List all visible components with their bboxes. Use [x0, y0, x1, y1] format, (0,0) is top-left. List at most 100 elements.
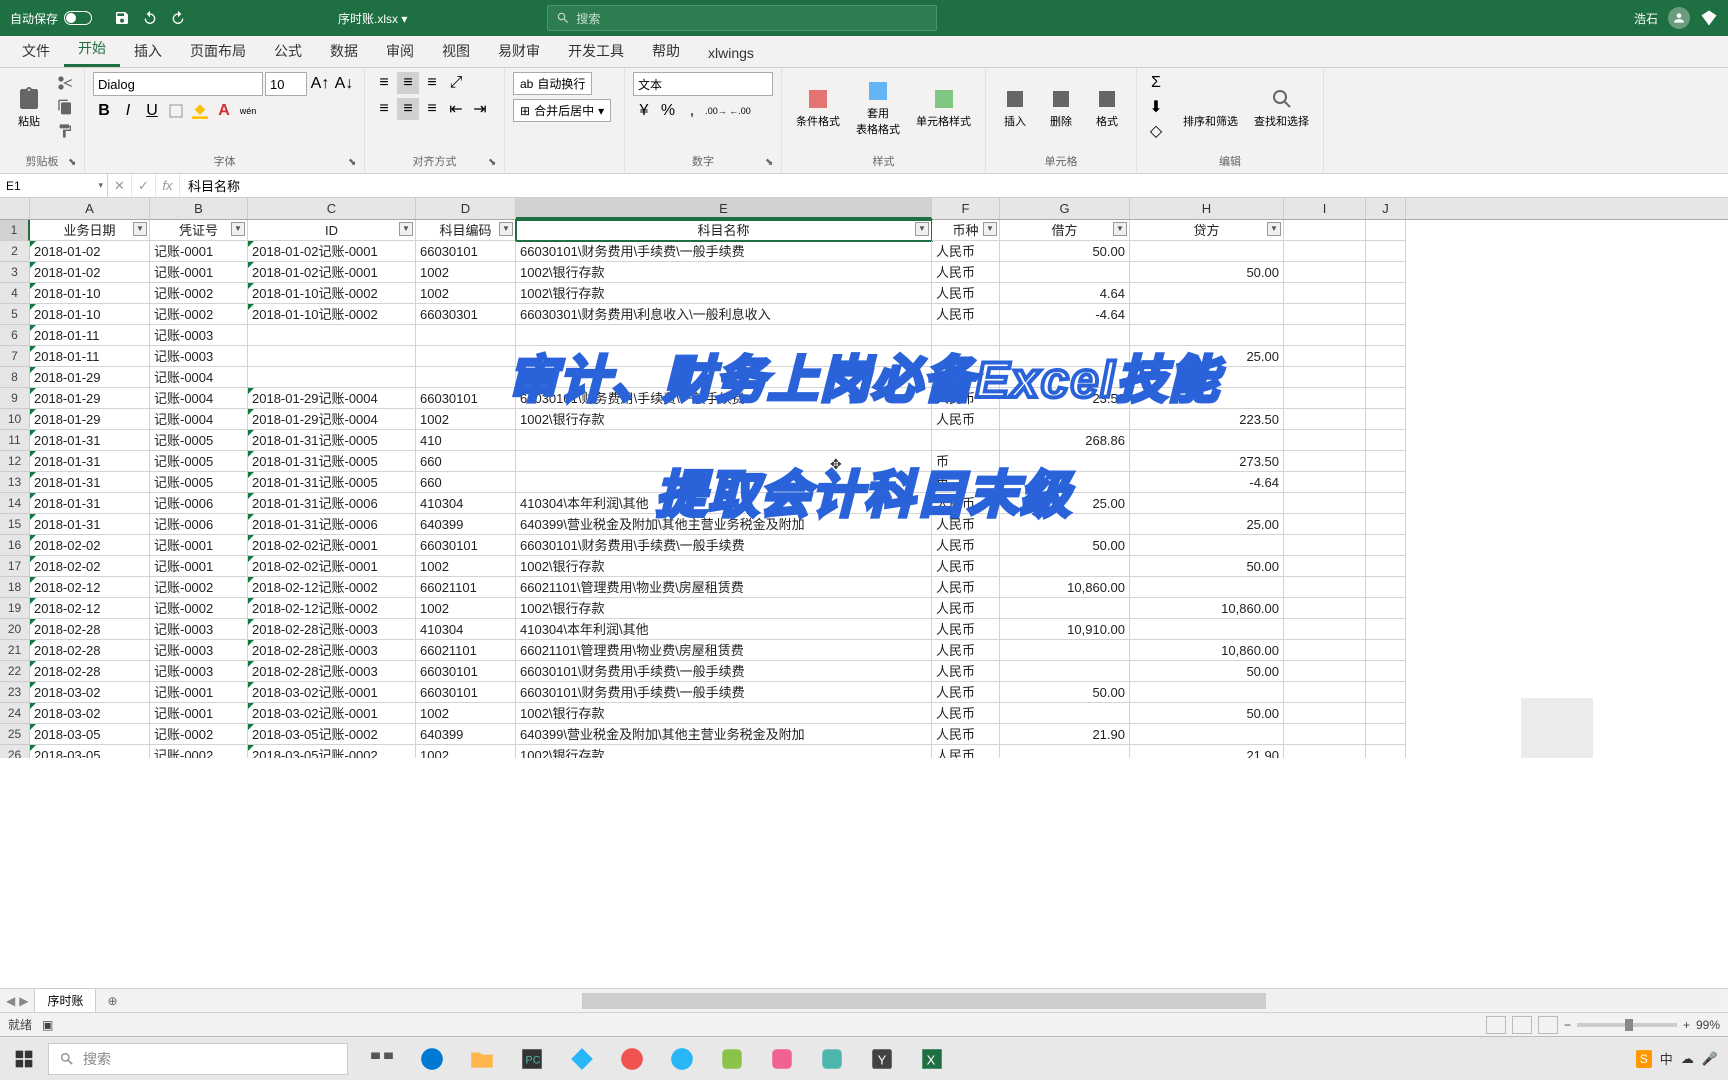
cell[interactable]: 人民币	[932, 556, 1000, 577]
cell[interactable]: 人民币	[932, 745, 1000, 758]
cell[interactable]: 2018-02-02记账-0001	[248, 535, 416, 556]
row-header[interactable]: 22	[0, 661, 30, 682]
autosum-icon[interactable]: Σ	[1145, 72, 1167, 94]
cell[interactable]: 410304\本年利润\其他	[516, 493, 932, 514]
cell[interactable]	[1130, 367, 1284, 388]
cell[interactable]: 2018-02-12记账-0002	[248, 577, 416, 598]
app-icon[interactable]	[608, 1037, 656, 1081]
cell[interactable]: 50.00	[1000, 682, 1130, 703]
dialog-launcher-icon[interactable]: ⬊	[68, 157, 82, 171]
font-color-icon[interactable]: A	[213, 100, 235, 122]
cell[interactable]: 1002\银行存款	[516, 556, 932, 577]
cell[interactable]: 2018-01-29	[30, 388, 150, 409]
cell[interactable]: 2018-03-02	[30, 703, 150, 724]
ribbon-tab[interactable]: 帮助	[638, 35, 694, 67]
column-header[interactable]: G	[1000, 198, 1130, 219]
cell[interactable]	[932, 430, 1000, 451]
format-cells-button[interactable]: 格式	[1086, 72, 1128, 144]
cell[interactable]	[1366, 472, 1406, 493]
cell[interactable]: 人民币	[932, 577, 1000, 598]
clear-icon[interactable]: ◇	[1145, 120, 1167, 142]
row-header[interactable]: 25	[0, 724, 30, 745]
cell[interactable]: 2018-03-05记账-0002	[248, 745, 416, 758]
ribbon-tab[interactable]: 数据	[316, 35, 372, 67]
row-header[interactable]: 16	[0, 535, 30, 556]
row-header[interactable]: 10	[0, 409, 30, 430]
currency-icon[interactable]: ¥	[633, 100, 655, 122]
cell[interactable]: 66030101\财务费用\手续费\一般手续费	[516, 388, 932, 409]
cell[interactable]	[516, 346, 932, 367]
ribbon-tab[interactable]: 页面布局	[176, 35, 260, 67]
filter-icon[interactable]: ▼	[983, 222, 997, 236]
cell[interactable]: 人民币	[932, 514, 1000, 535]
zoom-level[interactable]: 99%	[1696, 1018, 1720, 1032]
cell[interactable]	[1366, 598, 1406, 619]
cell[interactable]: 66030301\财务费用\利息收入\一般利息收入	[516, 304, 932, 325]
cell[interactable]: 66030301	[416, 304, 516, 325]
cell[interactable]: 人民币	[932, 241, 1000, 262]
cell[interactable]	[1366, 325, 1406, 346]
cell[interactable]	[1284, 472, 1366, 493]
cell[interactable]	[1130, 535, 1284, 556]
cell[interactable]: 人民币	[932, 703, 1000, 724]
cell[interactable]	[932, 346, 1000, 367]
cell[interactable]: 66021101\管理费用\物业费\房屋租赁费	[516, 640, 932, 661]
cell[interactable]: 2018-01-29	[30, 409, 150, 430]
row-header[interactable]: 13	[0, 472, 30, 493]
cell[interactable]	[1284, 283, 1366, 304]
cell[interactable]	[1130, 724, 1284, 745]
cell[interactable]	[516, 325, 932, 346]
record-macro-icon[interactable]: ▣	[42, 1018, 53, 1032]
cell[interactable]: 记账-0001	[150, 556, 248, 577]
cell[interactable]: 人民币	[932, 388, 1000, 409]
cell[interactable]	[1284, 241, 1366, 262]
cell[interactable]: 记账-0003	[150, 619, 248, 640]
cell[interactable]: 21.90	[1130, 745, 1284, 758]
row-header[interactable]: 15	[0, 514, 30, 535]
cell[interactable]: 1002	[416, 283, 516, 304]
cell[interactable]: 10,860.00	[1000, 577, 1130, 598]
border-icon[interactable]	[165, 100, 187, 122]
cell[interactable]: 记账-0005	[150, 430, 248, 451]
tray-mic-icon[interactable]: 🎤	[1702, 1051, 1718, 1067]
cell[interactable]	[516, 367, 932, 388]
cell[interactable]: 66021101	[416, 640, 516, 661]
row-header[interactable]: 9	[0, 388, 30, 409]
column-header[interactable]: E	[516, 198, 932, 219]
cell[interactable]: 1002	[416, 262, 516, 283]
cell[interactable]: 记账-0001	[150, 535, 248, 556]
column-header[interactable]: J	[1366, 198, 1406, 219]
cell[interactable]: 人民币	[932, 724, 1000, 745]
percent-icon[interactable]: %	[657, 100, 679, 122]
cell[interactable]: 记账-0006	[150, 514, 248, 535]
cell[interactable]	[1284, 451, 1366, 472]
cell[interactable]: 50.00	[1130, 556, 1284, 577]
tray-icon[interactable]: ☁	[1681, 1051, 1694, 1067]
find-select-button[interactable]: 查找和选择	[1248, 72, 1315, 144]
row-header[interactable]: 20	[0, 619, 30, 640]
cell[interactable]	[1130, 577, 1284, 598]
autosave-toggle[interactable]: 自动保存	[0, 10, 102, 27]
cell[interactable]: 记账-0001	[150, 682, 248, 703]
fill-icon[interactable]: ⬇	[1145, 96, 1167, 118]
cell[interactable]: 410304	[416, 493, 516, 514]
cell[interactable]: 223.50	[1130, 409, 1284, 430]
fx-icon[interactable]: fx	[156, 174, 180, 197]
cell[interactable]	[1366, 535, 1406, 556]
cut-icon[interactable]	[54, 72, 76, 94]
cell[interactable]	[1366, 388, 1406, 409]
app-icon[interactable]	[758, 1037, 806, 1081]
cell[interactable]: 10,860.00	[1130, 598, 1284, 619]
cell[interactable]: 66030101	[416, 388, 516, 409]
phonetic-icon[interactable]: wén	[237, 100, 259, 122]
cell[interactable]: 记账-0001	[150, 703, 248, 724]
orientation-icon[interactable]: ⤢	[445, 72, 467, 94]
cell[interactable]	[1284, 388, 1366, 409]
app-icon[interactable]	[708, 1037, 756, 1081]
cell[interactable]: 人民币	[932, 619, 1000, 640]
sheet-nav-next-icon[interactable]: ▶	[19, 994, 28, 1008]
align-top-icon[interactable]: ≡	[373, 72, 395, 94]
cell[interactable]: 268.86	[1000, 430, 1130, 451]
bold-button[interactable]: B	[93, 100, 115, 122]
ribbon-tab[interactable]: 公式	[260, 35, 316, 67]
